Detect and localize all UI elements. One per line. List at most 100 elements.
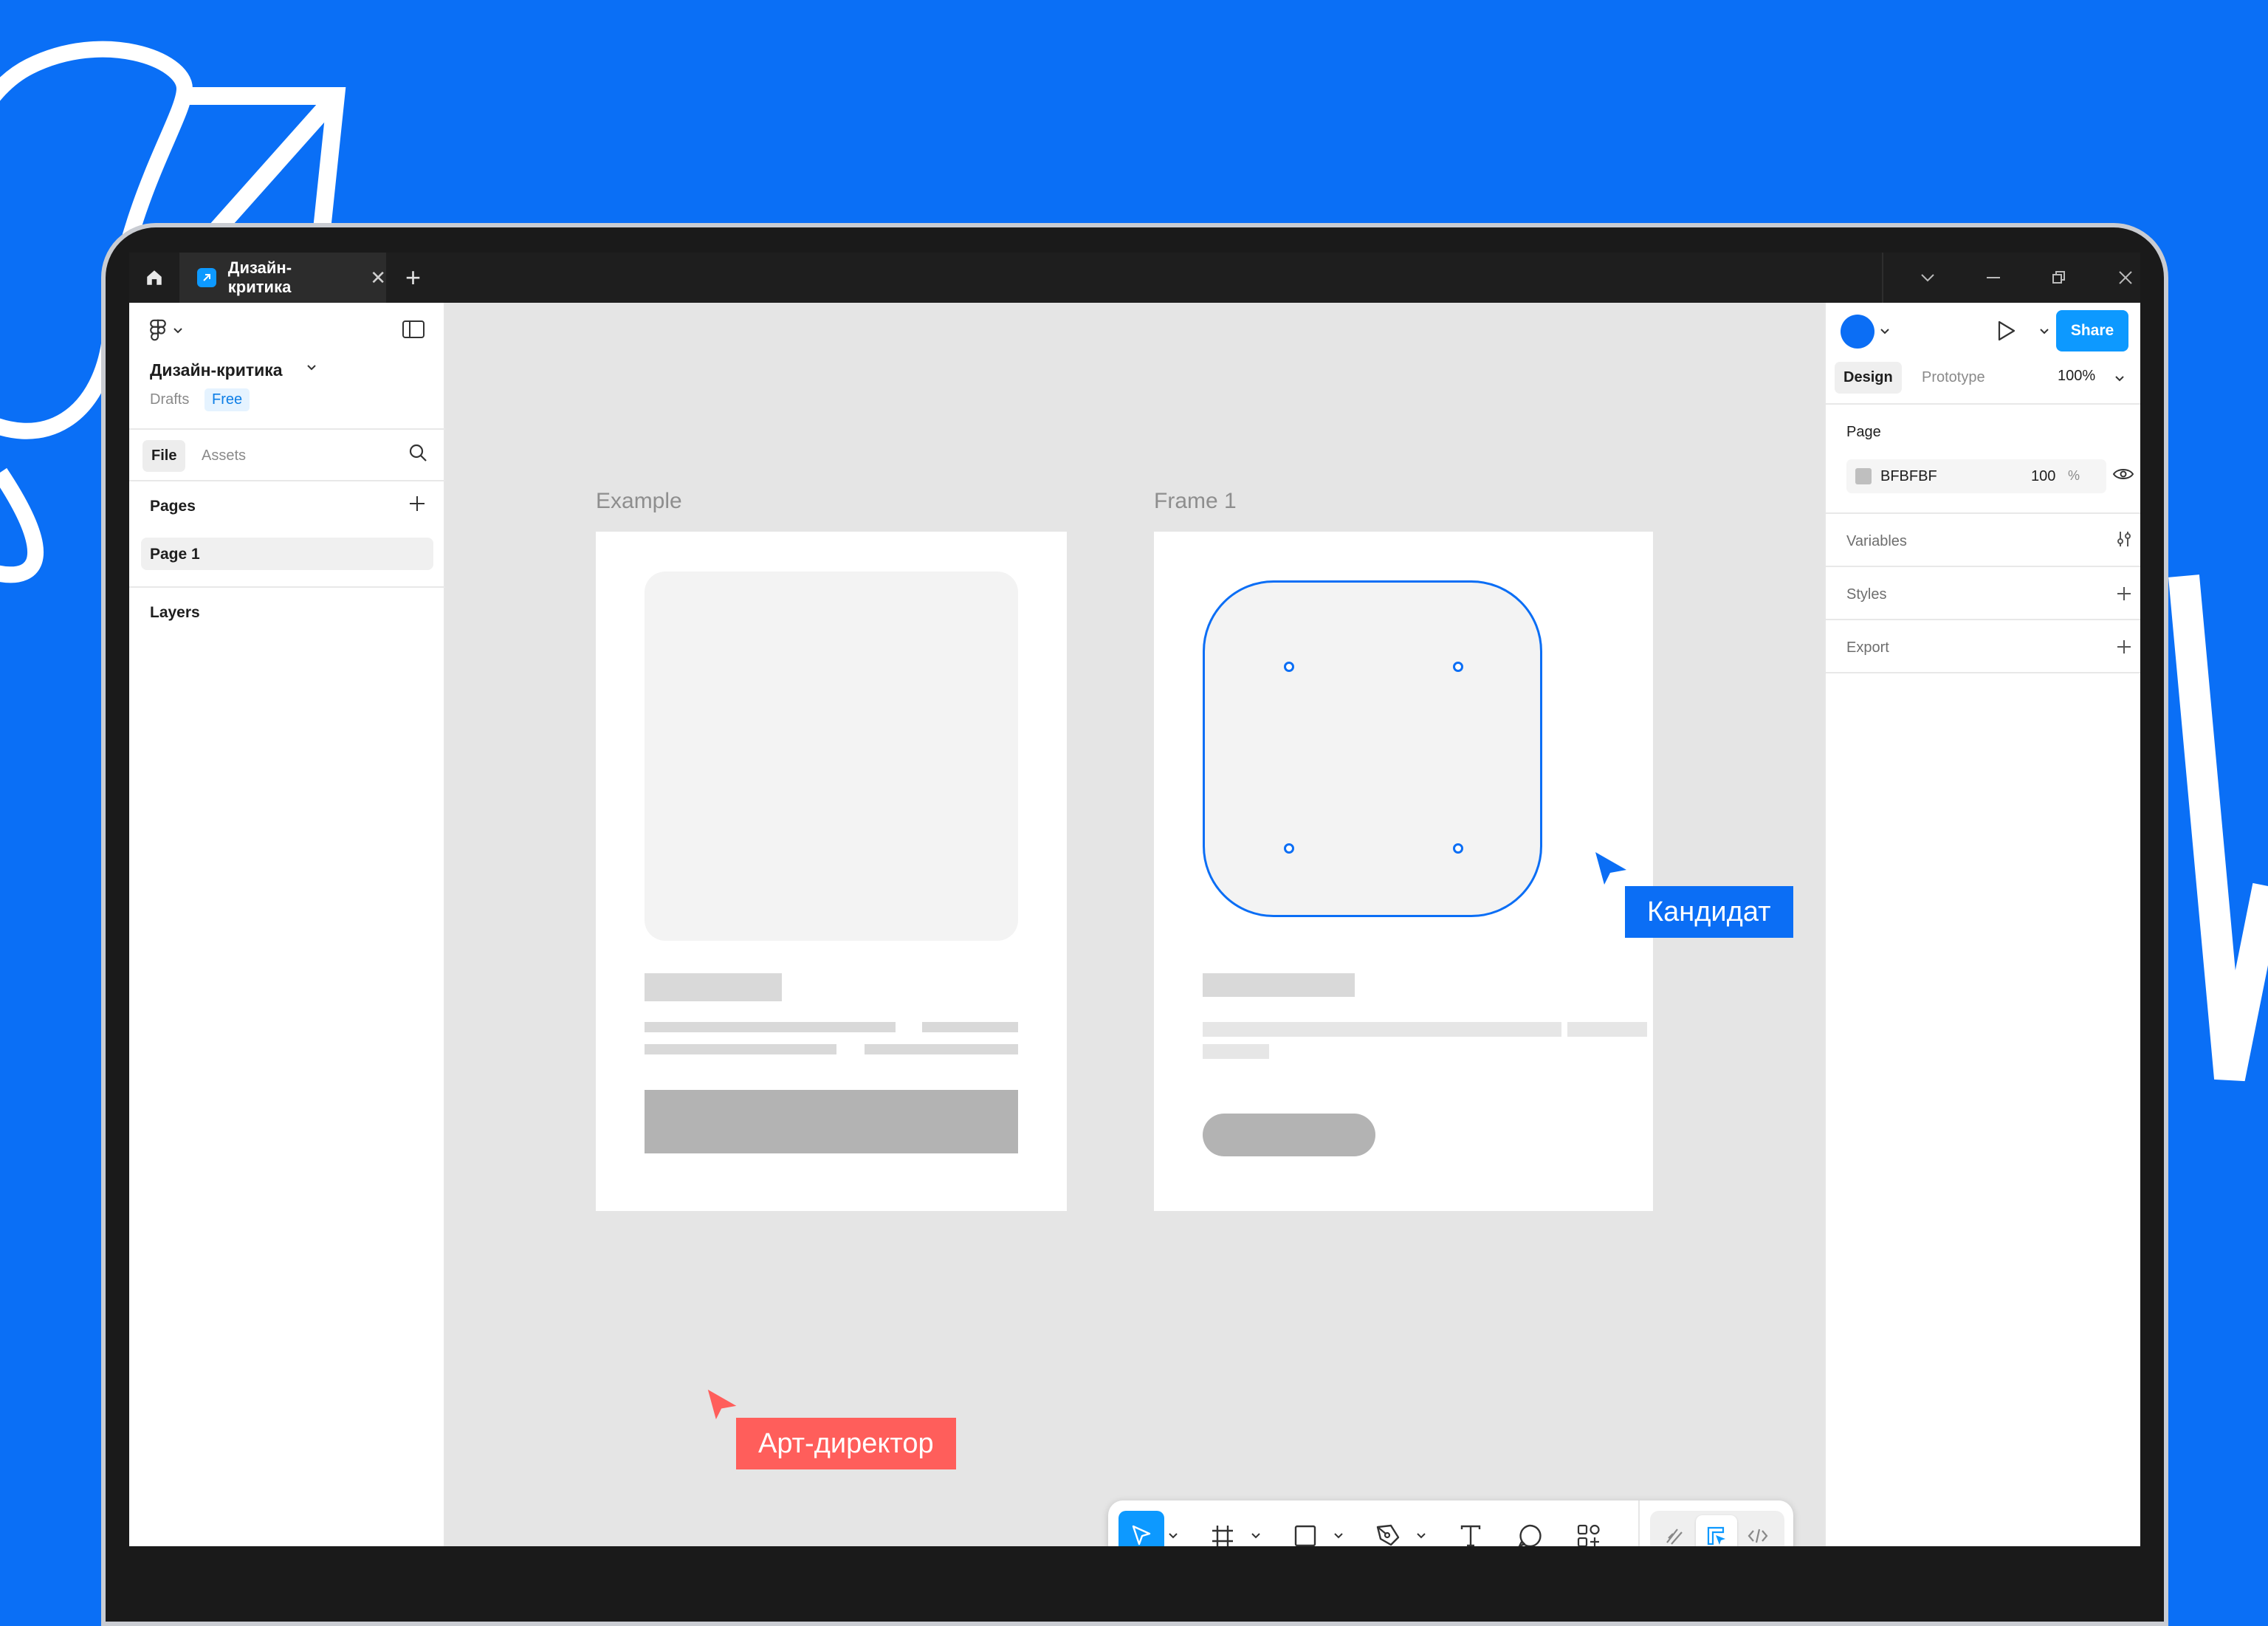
title-bar: Дизайн-критика ✕ + [129,253,2140,303]
variables-adjust-icon[interactable] [2115,530,2133,552]
dev-mode-icon [1748,1529,1768,1543]
text-line-placeholder [865,1044,1018,1054]
opacity-value[interactable]: 100 [2031,468,2055,485]
export-section-heading[interactable]: Export [1846,639,1889,656]
add-export-icon[interactable] [2115,638,2133,659]
color-hex-value[interactable]: BFBFBF [1880,468,1937,485]
toolbar-divider [1638,1500,1640,1546]
color-swatch[interactable] [1855,468,1872,484]
pages-heading: Pages [150,498,196,515]
tab-prototype[interactable]: Prototype [1922,369,1985,386]
tab-file[interactable]: File [142,440,186,472]
divider [1826,672,2140,673]
dev-mode-button[interactable] [1737,1515,1779,1546]
frame-icon [1212,1526,1233,1546]
shape-tool-menu[interactable] [1331,1511,1346,1546]
zoom-level[interactable]: 100% [2058,368,2095,385]
file-location[interactable]: Drafts [150,391,189,408]
toggle-sidebar-icon[interactable] [402,320,425,342]
text-line-placeholder [1567,1022,1647,1037]
tab-file[interactable]: Дизайн-критика ✕ [179,253,386,303]
add-style-icon[interactable] [2115,585,2133,606]
title-placeholder [1203,973,1355,997]
frame-tool-button[interactable] [1200,1511,1245,1546]
text-line-placeholder [1203,1044,1269,1059]
tab-design[interactable]: Design [1835,362,1902,394]
divider [1826,512,2140,514]
pen-icon [1376,1524,1400,1546]
selection-handle[interactable] [1453,843,1463,854]
chevron-down-icon [1251,1533,1260,1539]
styles-section-heading[interactable]: Styles [1846,586,1886,603]
frame-label-frame-1[interactable]: Frame 1 [1154,489,1237,514]
tab-title: Дизайн-критика [227,258,292,296]
frame-frame-1[interactable] [1154,532,1653,1211]
canvas[interactable]: Example Frame 1 Кандидат Арт-директор [445,303,1824,1546]
selection-handle[interactable] [1284,843,1294,854]
text-tool-button[interactable] [1448,1511,1494,1546]
rectangle-icon [1294,1525,1316,1546]
variables-section-heading[interactable]: Variables [1846,533,1907,550]
page-background-field[interactable]: BFBFBF 100 % [1846,459,2106,493]
page-list-item[interactable]: Page 1 [141,538,433,570]
chevron-down-icon[interactable] [306,362,317,375]
search-icon[interactable] [408,443,427,466]
frame-tool-menu[interactable] [1248,1511,1263,1546]
selected-rounded-rectangle[interactable] [1203,580,1542,917]
divider [1826,566,2140,567]
figma-window: Дизайн-критика ✕ + Дизайн-критика Drafts… [129,253,2140,1546]
text-line-placeholder [922,1022,1018,1032]
chevron-down-icon [1417,1533,1426,1539]
file-favicon-icon [197,268,216,287]
pen-tool-button[interactable] [1365,1511,1411,1546]
selection-handle[interactable] [1284,662,1294,672]
text-line-placeholder [645,1022,896,1032]
new-tab-button[interactable]: + [405,263,421,292]
chevron-down-icon [173,328,182,334]
tab-close-icon[interactable]: ✕ [370,268,386,287]
chevron-down-icon[interactable] [2115,372,2124,385]
button-placeholder [645,1090,1018,1153]
actions-button[interactable] [1566,1511,1612,1546]
title-placeholder [645,973,782,1001]
design-mode-button[interactable] [1696,1515,1737,1546]
plan-badge: Free [205,388,250,411]
frame-example[interactable] [596,532,1067,1211]
figma-logo-icon [150,319,166,341]
close-window-button[interactable] [2112,264,2139,291]
eye-icon[interactable] [2112,467,2134,485]
opacity-unit: % [2068,468,2080,483]
main-menu-button[interactable] [148,319,182,343]
frame-label-example[interactable]: Example [596,489,682,514]
cursor-art-director-icon [707,1389,737,1420]
comment-tool-button[interactable] [1507,1511,1553,1546]
design-mode-icon [1707,1526,1725,1546]
shape-tool-button[interactable] [1282,1511,1328,1546]
add-page-button[interactable] [408,492,426,517]
divider [1826,619,2140,620]
chevron-down-icon[interactable] [2040,325,2049,338]
chevron-down-icon[interactable] [1914,264,1941,291]
chevron-down-icon[interactable] [1880,325,1889,338]
avatar[interactable] [1841,315,1874,349]
divider [1826,403,2140,405]
move-tool-menu[interactable] [1166,1511,1181,1546]
selection-handle[interactable] [1453,662,1463,672]
home-button[interactable] [129,253,179,303]
file-title[interactable]: Дизайн-критика [150,360,283,380]
text-line-placeholder [1203,1022,1561,1037]
present-play-icon[interactable] [1997,320,2016,345]
tab-assets[interactable]: Assets [202,447,246,464]
restore-button[interactable] [2046,264,2072,291]
left-panel: Дизайн-критика Drafts Free File Assets P… [129,303,445,1546]
pen-tool-menu[interactable] [1414,1511,1429,1546]
share-button[interactable]: Share [2056,310,2128,351]
chevron-down-icon [1169,1533,1178,1539]
draw-mode-button[interactable] [1654,1515,1696,1546]
move-tool-button[interactable] [1118,1511,1164,1546]
mode-switcher [1650,1511,1784,1546]
minimize-button[interactable] [1981,264,2007,291]
chevron-down-icon [1334,1533,1343,1539]
divider [129,586,445,588]
text-line-placeholder [645,1044,836,1054]
